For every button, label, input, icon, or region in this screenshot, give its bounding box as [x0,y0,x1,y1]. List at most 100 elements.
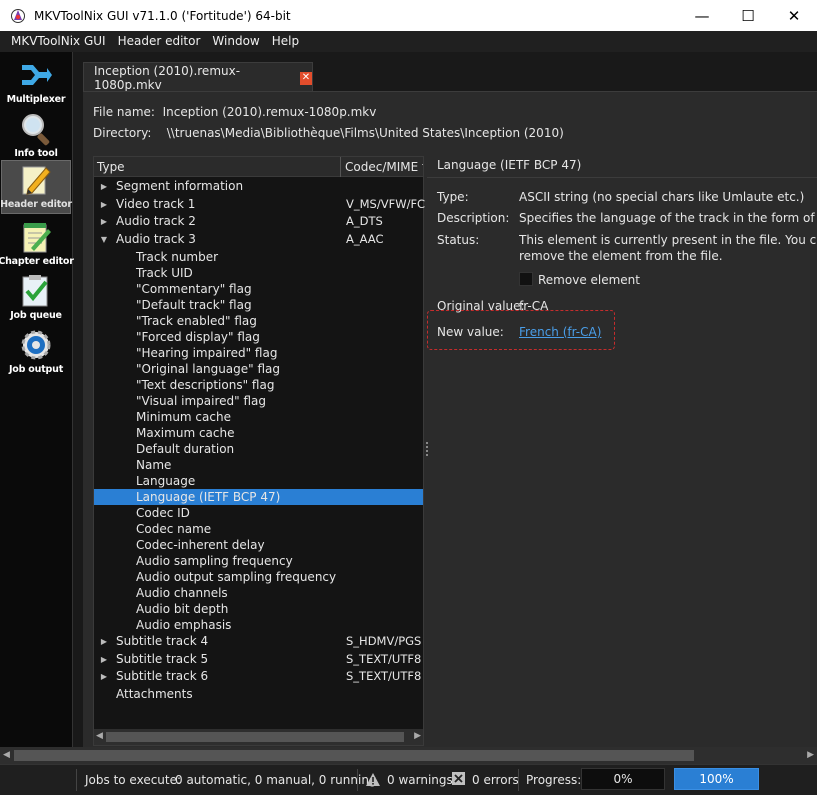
column-codec[interactable]: Codec/MIME t [345,160,423,174]
expand-arrow-right-icon[interactable]: ▶ [99,651,109,669]
sidebar-item-multiplexer[interactable]: Multiplexer [1,54,71,108]
tree-child-item[interactable]: Maximum cache [94,425,423,441]
sidebar-item-job-queue[interactable]: Job queue [1,270,71,324]
expand-arrow-down-icon[interactable]: ▼ [99,231,109,249]
tree-item-label: Audio sampling frequency [136,553,293,568]
new-value-link[interactable]: French (fr-CA) [519,325,601,339]
status-value-line2: remove the element from the file. [519,249,723,263]
tree-item-label: Subtitle track 4 [116,633,209,648]
tree-child-item[interactable]: Track UID [94,265,423,281]
total-progress-bar: 100% [674,768,759,790]
scroll-left-icon[interactable]: ◀ [96,731,103,741]
scroll-right-icon[interactable]: ▶ [414,731,421,741]
main-scroll-thumb[interactable] [14,750,694,761]
tab-bar: Inception (2010).remux-1080p.mkv ✕ [73,52,817,93]
description-label: Description: [437,211,510,225]
checklist-icon [22,275,48,307]
remove-element-checkbox[interactable] [519,272,533,286]
menu-help[interactable]: Help [266,31,305,52]
tree-item[interactable]: ▶ Segment information [94,178,423,196]
tree-child-item[interactable]: Minimum cache [94,409,423,425]
tree-child-item[interactable]: "Visual impaired" flag [94,393,423,409]
tree-item-codec: A_AAC [346,232,384,247]
tree-child-item[interactable]: Codec ID [94,505,423,521]
remove-element-label[interactable]: Remove element [538,273,640,287]
tree-child-item[interactable]: "Original language" flag [94,361,423,377]
tree-item[interactable]: Attachments [94,686,423,704]
tree-item-label: Maximum cache [136,425,235,440]
tree-child-item[interactable]: "Forced display" flag [94,329,423,345]
tree-item[interactable]: ▼ Audio track 3 A_AAC [94,231,423,249]
tree-item-label: Language [136,473,196,488]
title-bar: MKVToolNix GUI v71.1.0 ('Fortitude') 64-… [0,0,817,31]
column-separator[interactable] [340,157,341,177]
tab-close-icon[interactable]: ✕ [299,71,312,85]
error-icon [452,772,465,785]
close-button[interactable]: ✕ [771,0,817,31]
tree-item[interactable]: ▶ Subtitle track 5 S_TEXT/UTF8 [94,651,423,669]
menu-window[interactable]: Window [206,31,265,52]
tree-item-label: Minimum cache [136,409,231,424]
status-label: Status: [437,233,480,247]
tree-child-item[interactable]: Codec name [94,521,423,537]
warnings-count[interactable]: 0 warnings [387,773,453,787]
expand-arrow-right-icon[interactable]: ▶ [99,213,109,231]
tree-item[interactable]: ▶ Subtitle track 6 S_TEXT/UTF8 [94,668,423,686]
tree-child-item[interactable]: Track number [94,249,423,265]
tree-item-label: Default duration [136,441,235,456]
sidebar-item-job-output[interactable]: Job output [1,324,71,378]
tree-child-item[interactable]: Codec-inherent delay [94,537,423,553]
tree-child-item[interactable]: Audio output sampling frequency [94,569,423,585]
tree-child-item[interactable]: "Hearing impaired" flag [94,345,423,361]
errors-count[interactable]: 0 errors [472,773,519,787]
tree-horizontal-scrollbar[interactable]: ◀ ▶ [94,729,423,745]
expand-arrow-right-icon[interactable]: ▶ [99,668,109,686]
tree-child-item[interactable]: "Commentary" flag [94,281,423,297]
tree-child-item[interactable]: Language [94,473,423,489]
minimize-button[interactable]: — [679,0,725,31]
tree-child-item[interactable]: Audio channels [94,585,423,601]
tree-child-item[interactable]: "Track enabled" flag [94,313,423,329]
tree-item-codec: S_TEXT/UTF8 [346,669,422,684]
tree-child-item[interactable]: "Text descriptions" flag [94,377,423,393]
window-title: MKVToolNix GUI v71.1.0 ('Fortitude') 64-… [34,8,291,23]
tree-item-label: "Visual impaired" flag [136,393,267,408]
tree-item[interactable]: ▶ Subtitle track 4 S_HDMV/PGS [94,633,423,651]
sidebar-item-chapter-editor[interactable]: Chapter editor [0,216,74,270]
tree-item-label: Language (IETF BCP 47) [136,489,281,504]
tree-item-label: Codec name [136,521,212,536]
tree-item-label: Video track 1 [116,196,196,211]
tree-child-item[interactable]: Audio bit depth [94,601,423,617]
tree-child-item[interactable]: Audio emphasis [94,617,423,633]
tree-item[interactable]: ▶ Audio track 2 A_DTS [94,213,423,231]
expand-arrow-right-icon[interactable]: ▶ [99,178,109,196]
main-horizontal-scrollbar[interactable]: ◀ ▶ [0,747,817,764]
tree-item-codec: A_DTS [346,214,383,229]
sidebar-item-header-editor[interactable]: Header editor [0,160,72,214]
app-icon [11,8,25,23]
maximize-button[interactable]: ☐ [725,0,771,31]
scroll-thumb[interactable] [106,732,404,742]
tree-child-item[interactable]: Language (IETF BCP 47) [94,488,423,505]
expand-arrow-right-icon[interactable]: ▶ [99,196,109,214]
expand-arrow-right-icon[interactable]: ▶ [99,633,109,651]
tree-child-item[interactable]: Audio sampling frequency [94,553,423,569]
tab-file[interactable]: Inception (2010).remux-1080p.mkv ✕ [83,62,313,93]
multiplexer-icon [22,65,52,85]
element-tree[interactable]: Type Codec/MIME t ▶ Segment information ▶ V… [93,156,426,746]
tree-child-item[interactable]: Default duration [94,441,423,457]
menu-mkvtoolnix[interactable]: MKVToolNix GUI [5,31,112,52]
tree-item-codec: V_MS/VFW/FC [346,196,426,211]
tree-item-codec: S_HDMV/PGS [346,633,422,648]
tree-child-item[interactable]: Name [94,457,423,473]
tree-item-label: "Hearing impaired" flag [136,345,278,360]
tree-child-item[interactable]: "Default track" flag [94,297,423,313]
main-scroll-left-icon[interactable]: ◀ [3,750,10,760]
tree-item-label: Name [136,457,172,472]
tree-item[interactable]: ▶ Video track 1 V_MS/VFW/FC [94,196,426,214]
sidebar-item-info-tool[interactable]: Info tool [1,108,71,162]
directory-value: \\truenas\Media\Bibliothèque\Films\Unite… [166,126,564,140]
column-type[interactable]: Type [97,160,125,174]
main-scroll-right-icon[interactable]: ▶ [807,750,814,760]
menu-header-editor[interactable]: Header editor [112,31,207,52]
